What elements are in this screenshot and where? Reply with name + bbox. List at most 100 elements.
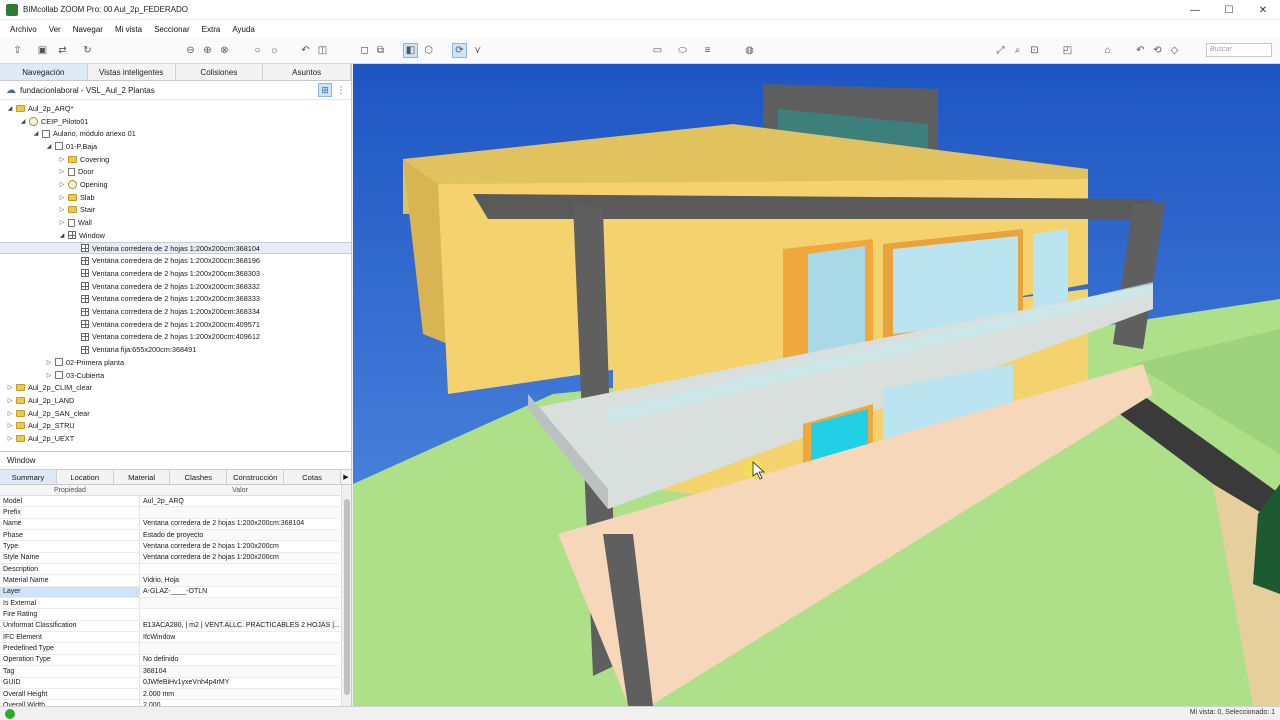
measure-icon[interactable]: ▭ <box>650 43 665 58</box>
tree-node[interactable]: ▷ Slab <box>58 191 95 204</box>
isolate-icon[interactable]: ⊗ <box>217 43 232 58</box>
eraser-icon[interactable]: ◇ <box>1167 43 1182 58</box>
more-tabs-icon[interactable]: ▶ <box>341 470 351 484</box>
expand-arrow-icon[interactable]: ▷ <box>6 410 14 417</box>
property-row[interactable]: Predefined Type <box>0 643 340 655</box>
tree-node[interactable]: ◢ Window <box>58 229 105 242</box>
walk-icon[interactable]: ⋎ <box>470 43 485 58</box>
shape-icon[interactable]: ⬭ <box>675 43 690 58</box>
property-row[interactable]: Operation Type No definido <box>0 654 340 667</box>
tab-asuntos[interactable]: Asuntos <box>263 64 351 80</box>
lines-icon[interactable]: ≡ <box>700 43 715 58</box>
tree-node[interactable]: ▷ Aul_2p_CLIM_clear <box>6 381 92 394</box>
expand-arrow-icon[interactable]: ◢ <box>19 118 27 125</box>
property-row[interactable]: Description <box>0 564 340 576</box>
tab-material[interactable]: Material <box>114 470 171 484</box>
menu-ayuda[interactable]: Ayuda <box>232 25 255 34</box>
view-2d-icon[interactable]: ◧ <box>403 43 418 58</box>
link-model-icon[interactable]: ⇄ <box>55 43 70 58</box>
expand-arrow-icon[interactable]: ◢ <box>45 143 53 150</box>
zoom-selection-icon[interactable]: ⊡ <box>1027 43 1042 58</box>
menu-ver[interactable]: Ver <box>49 25 61 34</box>
expand-arrow-icon[interactable]: ▷ <box>45 372 53 379</box>
sync-icon[interactable]: ↻ <box>80 43 95 58</box>
tree-node[interactable]: ▷ Aul_2p_LAND <box>6 394 75 407</box>
tree-node[interactable]: ◢ Aulario, módulo anexo 01 <box>32 127 136 140</box>
tree-node[interactable]: Ventana corredera de 2 hojas 1:200x200cm… <box>71 331 260 344</box>
tab-clashes[interactable]: Clashes <box>170 470 228 484</box>
tab-vistas-inteligentes[interactable]: Vistas inteligentes <box>88 64 176 80</box>
expand-arrow-icon[interactable]: ▷ <box>6 384 14 391</box>
scrollbar-thumb[interactable] <box>344 499 350 695</box>
tree-node[interactable]: ▷ Covering <box>58 153 110 166</box>
expand-arrow-icon[interactable]: ▷ <box>58 194 66 201</box>
minimize-button[interactable]: — <box>1178 0 1212 20</box>
tree-node[interactable]: ▷ Aul_2p_SAN_clear <box>6 407 90 420</box>
property-row[interactable]: Overall Height 2.000 mm <box>0 688 340 701</box>
tree-node[interactable]: Ventana corredera de 2 hojas 1:200x200cm… <box>71 293 260 306</box>
property-row[interactable]: Material Name Vidrio, Hoja <box>0 575 340 587</box>
expand-arrow-icon[interactable]: ▷ <box>58 219 66 226</box>
expand-arrow-icon[interactable]: ▷ <box>6 422 14 429</box>
orbit-icon[interactable]: ⟳ <box>452 43 467 58</box>
tree-node[interactable]: ▷ Aul_2p_UEXT <box>6 432 75 445</box>
undo-icon[interactable]: ↶ <box>1133 43 1148 58</box>
expand-arrow-icon[interactable]: ◢ <box>6 105 14 112</box>
menu-navegar[interactable]: Navegar <box>73 25 103 34</box>
property-row[interactable]: Layer A-GLAZ-____-OTLN <box>0 586 340 599</box>
tree-node[interactable]: Ventana fija:655x200cm:368491 <box>71 343 196 356</box>
property-row[interactable]: IFC Element IfcWindow <box>0 632 340 644</box>
building-render[interactable] <box>353 64 1280 706</box>
tree-node[interactable]: ▷ Door <box>58 166 94 179</box>
expand-arrow-icon[interactable]: ▷ <box>58 206 66 213</box>
tree-node[interactable]: ◢ Aul_2p_ARQ* <box>6 102 74 115</box>
view-3d-icon[interactable]: ⬡ <box>421 43 436 58</box>
maximize-button[interactable]: ☐ <box>1212 0 1246 20</box>
tree-node[interactable]: ▷ Aul_2p_STRU <box>6 420 75 433</box>
tree-view-icon[interactable]: ⊞ <box>318 83 332 97</box>
zoom-icon[interactable]: ⌕ <box>1010 43 1025 58</box>
tree-node[interactable]: Ventana corredera de 2 hojas 1:200x200cm… <box>71 318 260 331</box>
expand-arrow-icon[interactable]: ▷ <box>6 435 14 442</box>
search-input[interactable]: Buscar <box>1206 43 1272 57</box>
save-icon[interactable]: ▣ <box>35 43 50 58</box>
property-row[interactable]: Is External <box>0 598 340 610</box>
tab-summary[interactable]: Summary <box>0 470 57 484</box>
views-icon[interactable]: ◰ <box>1060 43 1075 58</box>
open-model-icon[interactable]: ⇪ <box>10 43 25 58</box>
menu-archivo[interactable]: Archivo <box>10 25 37 34</box>
tree-node[interactable]: ▷ Stair <box>58 204 95 217</box>
expand-arrow-icon[interactable]: ▷ <box>45 359 53 366</box>
3d-viewport[interactable] <box>353 64 1280 706</box>
undo-view-icon[interactable]: ↶ <box>298 43 313 58</box>
tree-node[interactable]: ▷ 02-Primera planta <box>45 356 124 369</box>
property-row[interactable]: Type Ventana corredera de 2 hojas 1:200x2… <box>0 541 340 553</box>
property-row[interactable]: GUID 0JWfeBiHv1yxeVnh4p4rMY <box>0 677 340 689</box>
properties-scrollbar[interactable] <box>341 485 351 706</box>
tab-colisiones[interactable]: Colisiones <box>176 64 264 80</box>
tree-node[interactable]: ▷ 03-Cubierta <box>45 369 104 382</box>
tab-cotas[interactable]: Cotas <box>284 470 341 484</box>
expand-arrow-icon[interactable]: ◢ <box>58 232 66 239</box>
tree-node[interactable]: Ventana corredera de 2 hojas 1:200x200cm… <box>71 254 260 267</box>
property-row[interactable]: Uniformat Classification E13ACA280, | m2 … <box>0 620 340 633</box>
tree-node[interactable]: Ventana corredera de 2 hojas 1:200x200cm… <box>71 267 260 280</box>
show-icon[interactable]: ⊕ <box>200 43 215 58</box>
building-icon[interactable]: ⌂ <box>1100 43 1115 58</box>
expand-arrow-icon[interactable]: ▷ <box>6 397 14 404</box>
property-row[interactable]: Style Name Ventana corredera de 2 hojas 1… <box>0 552 340 565</box>
menu-seccionar[interactable]: Seccionar <box>154 25 190 34</box>
close-button[interactable]: ✕ <box>1246 0 1280 20</box>
light-icon[interactable]: ☼ <box>267 43 282 58</box>
tree-node[interactable]: Ventana corredera de 2 hojas 1:200x200cm… <box>71 280 260 293</box>
transparency-icon[interactable]: ○ <box>250 43 265 58</box>
tree-node[interactable]: Ventana corredera de 2 hojas 1:200x200cm… <box>71 305 260 318</box>
tree-node[interactable]: ◢ CEIP_Piloto01 <box>19 115 88 128</box>
tree-node[interactable]: ▷ Opening <box>58 178 108 191</box>
menu-mi-vista[interactable]: Mi vista <box>115 25 142 34</box>
render-icon[interactable]: ◍ <box>742 43 757 58</box>
tab-construccion[interactable]: Construcción <box>227 470 285 484</box>
property-row[interactable]: Fire Rating <box>0 609 340 621</box>
property-row[interactable]: Phase Estado de proyecto <box>0 530 340 542</box>
tab-navegacion[interactable]: Navegación <box>0 64 88 80</box>
